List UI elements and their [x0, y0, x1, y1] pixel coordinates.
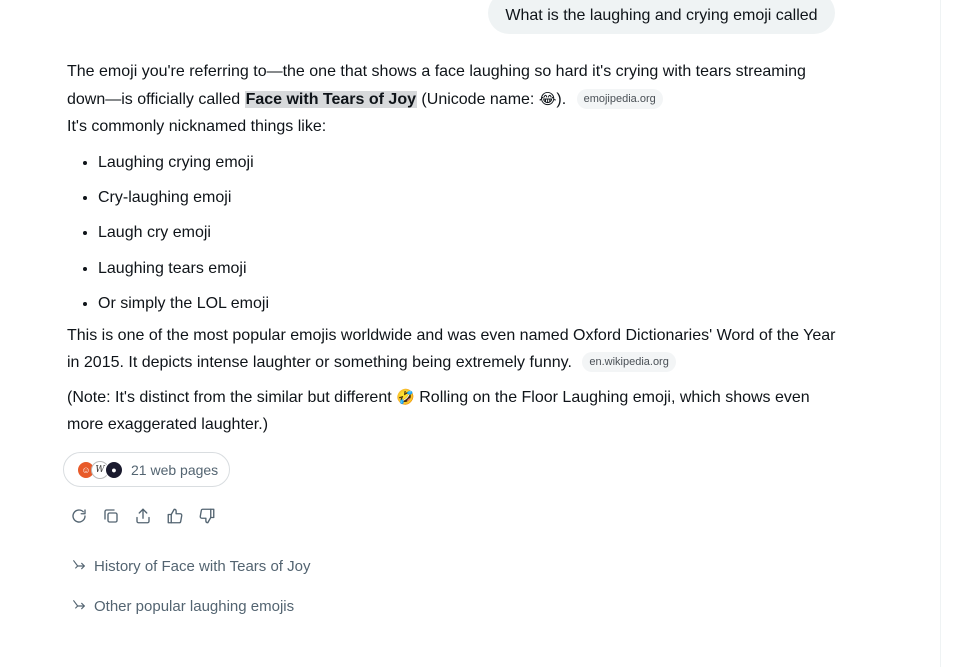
note-paragraph: (Note: It's distinct from the similar bu… [67, 384, 837, 439]
rofl-emoji: 🤣 [396, 387, 415, 406]
list-item: Laughing crying emoji [98, 145, 837, 180]
popularity-paragraph: This is one of the most popular emojis w… [67, 322, 837, 377]
followup-suggestion[interactable]: History of Face with Tears of Joy [71, 552, 310, 580]
list-item: Laugh cry emoji [98, 215, 837, 250]
source-favicons: ☺ W ● [77, 460, 123, 479]
followup-arrow-icon [73, 560, 85, 570]
note-text: (Note: It's distinct from the similar bu… [67, 388, 397, 406]
tears-of-joy-emoji: 😂 [538, 89, 557, 108]
source-chip-wikipedia[interactable]: en.wikipedia.org [582, 352, 676, 373]
answer-intro: The emoji you're referring to—the one th… [67, 58, 837, 113]
sources-button[interactable]: ☺ W ● 21 web pages [63, 452, 230, 487]
source-chip-emojipedia[interactable]: emojipedia.org [576, 88, 663, 109]
thumbs-up-icon[interactable] [165, 506, 185, 526]
user-message-text: What is the laughing and crying emoji ca… [505, 7, 818, 24]
assistant-answer: The emoji you're referring to—the one th… [67, 58, 837, 439]
nickname-list: Laughing crying emoji Cry-laughing emoji… [67, 145, 837, 322]
official-name-highlight: Face with Tears of Joy [244, 90, 417, 108]
followup-label: Other popular laughing emojis [94, 597, 295, 615]
site-favicon: ● [105, 460, 123, 479]
share-icon[interactable] [133, 506, 153, 526]
message-actions [69, 506, 217, 526]
sources-count: 21 web pages [131, 461, 219, 478]
followup-arrow-icon [73, 600, 85, 610]
regenerate-icon[interactable] [69, 506, 89, 526]
list-item: Cry-laughing emoji [98, 180, 837, 215]
copy-icon[interactable] [101, 506, 121, 526]
nickname-lead: It's commonly nicknamed things like: [67, 118, 327, 135]
list-item: Or simply the LOL emoji [98, 286, 837, 321]
followup-suggestions: History of Face with Tears of Joy Other … [71, 552, 310, 632]
answer-intro-after: (Unicode name: [416, 90, 539, 108]
thumbs-down-icon[interactable] [197, 506, 217, 526]
followup-label: History of Face with Tears of Joy [94, 557, 311, 575]
answer-intro-end: ). [556, 90, 567, 108]
user-message-bubble: What is the laughing and crying emoji ca… [488, 0, 835, 34]
list-item: Laughing tears emoji [98, 251, 837, 286]
followup-suggestion[interactable]: Other popular laughing emojis [71, 592, 310, 620]
right-divider [940, 0, 941, 667]
popularity-text: This is one of the most popular emojis w… [67, 326, 836, 372]
